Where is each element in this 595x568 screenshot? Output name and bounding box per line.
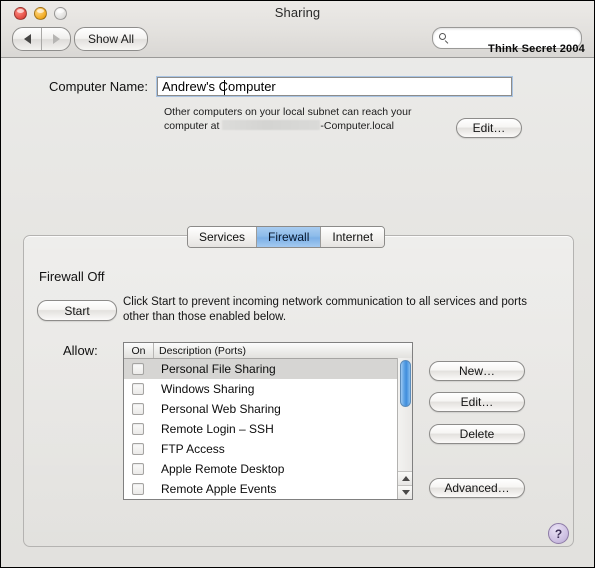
back-button[interactable]: [13, 28, 42, 50]
show-all-button[interactable]: Show All: [74, 27, 149, 51]
window-title: Sharing: [274, 5, 321, 20]
table-row[interactable]: Remote Apple Events: [124, 479, 412, 499]
new-button[interactable]: New…: [429, 361, 525, 381]
column-header-description[interactable]: Description (Ports): [154, 343, 412, 358]
allow-services-list[interactable]: On Description (Ports) Personal File Sha…: [123, 342, 413, 500]
watermark: Think Secret 2004: [488, 43, 585, 55]
table-row[interactable]: Personal Web Sharing: [124, 399, 412, 419]
computer-name-row: Computer Name: Andrew's Computer: [1, 76, 594, 97]
chevron-up-icon: [401, 476, 410, 481]
list-header: On Description (Ports): [124, 343, 412, 359]
row-label: Windows Sharing: [161, 382, 255, 396]
row-checkbox[interactable]: [132, 383, 144, 395]
computer-name-label: Computer Name:: [49, 79, 148, 94]
delete-button[interactable]: Delete: [429, 424, 525, 444]
back-arrow-icon: [23, 34, 31, 44]
table-row[interactable]: Apple Remote Desktop: [124, 459, 412, 479]
allow-list-label: Allow:: [63, 343, 98, 358]
firewall-status-label: Firewall Off: [39, 269, 105, 284]
table-row[interactable]: Windows Sharing: [124, 379, 412, 399]
navigation-buttons: [12, 27, 71, 51]
row-checkbox[interactable]: [132, 363, 144, 375]
search-icon: [439, 32, 450, 44]
row-checkbox[interactable]: [132, 403, 144, 415]
tab-internet[interactable]: Internet: [321, 227, 385, 247]
computer-name-description: Other computers on your local subnet can…: [164, 106, 429, 133]
firewall-description: Click Start to prevent incoming network …: [123, 296, 527, 323]
row-label: Personal File Sharing: [161, 362, 276, 376]
edit-computer-name-button[interactable]: Edit…: [456, 118, 522, 138]
forward-arrow-icon: [52, 34, 60, 44]
row-label: Remote Apple Events: [161, 482, 277, 496]
row-checkbox[interactable]: [132, 483, 144, 495]
computer-name-value: Andrew's Computer: [162, 79, 276, 94]
list-rows: Personal File Sharing Windows Sharing Pe…: [124, 359, 412, 499]
table-row[interactable]: Personal File Sharing: [124, 359, 412, 379]
scroll-up-button[interactable]: [398, 471, 412, 485]
row-checkbox[interactable]: [132, 463, 144, 475]
advanced-button[interactable]: Advanced…: [429, 478, 525, 498]
chevron-down-icon: [401, 490, 410, 495]
scrollbar-thumb[interactable]: [400, 360, 411, 407]
list-scrollbar[interactable]: [397, 358, 412, 499]
scroll-down-button[interactable]: [398, 485, 412, 499]
computer-name-description-suffix: -Computer.local: [320, 119, 394, 132]
row-checkbox[interactable]: [132, 443, 144, 455]
tab-firewall[interactable]: Firewall: [257, 227, 322, 247]
row-label: Apple Remote Desktop: [161, 462, 285, 476]
column-header-on[interactable]: On: [124, 343, 154, 358]
row-label: Remote Login – SSH: [161, 422, 274, 436]
row-label: Personal Web Sharing: [161, 402, 281, 416]
redacted-hostname: [222, 119, 321, 130]
help-button[interactable]: ?: [548, 523, 569, 544]
computer-name-input[interactable]: Andrew's Computer: [156, 76, 513, 97]
table-row[interactable]: FTP Access: [124, 439, 412, 459]
table-row[interactable]: Remote Login – SSH: [124, 419, 412, 439]
forward-button: [42, 28, 70, 50]
edit-button[interactable]: Edit…: [429, 392, 525, 412]
start-firewall-button[interactable]: Start: [37, 300, 117, 321]
tab-bar: Services Firewall Internet: [187, 226, 386, 248]
tab-services[interactable]: Services: [188, 227, 258, 247]
sharing-preferences-window: Sharing Show All Computer Name: Andrew's…: [0, 0, 595, 568]
row-label: FTP Access: [161, 442, 225, 456]
row-checkbox[interactable]: [132, 423, 144, 435]
